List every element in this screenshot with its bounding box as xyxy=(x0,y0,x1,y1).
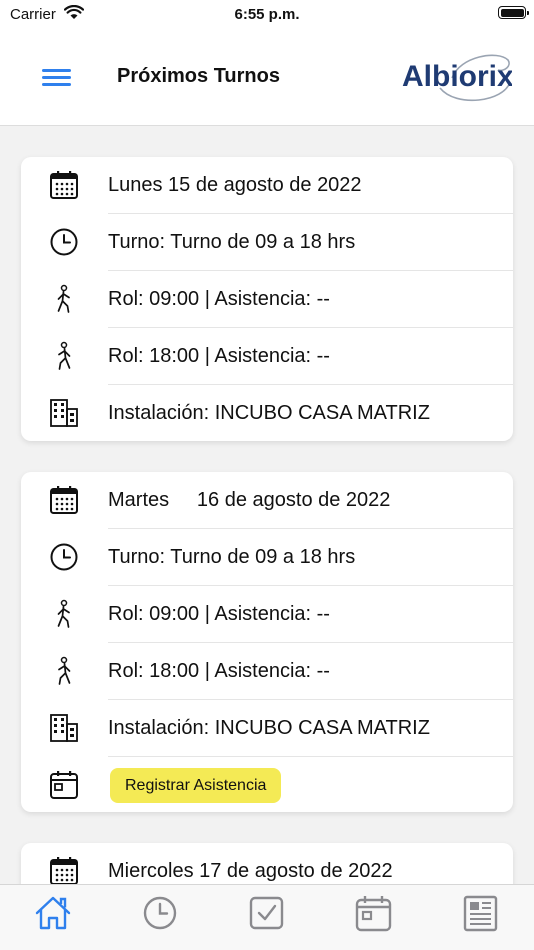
walking-person-icon xyxy=(58,656,71,685)
newspaper-icon[interactable] xyxy=(461,893,501,933)
hamburger-menu-icon[interactable] xyxy=(40,66,74,88)
walking-person-icon xyxy=(57,284,70,313)
shift-row: Turno: Turno de 09 a 18 hrs xyxy=(21,214,513,271)
register-attendance-button[interactable]: Registrar Asistencia xyxy=(110,768,282,803)
role-in-row: Rol: 09:00 | Asistencia: -- xyxy=(21,271,513,328)
calendar-icon xyxy=(50,486,78,514)
building-icon xyxy=(50,399,78,427)
role-out-row: Rol: 18:00 | Asistencia: -- xyxy=(21,328,513,385)
shift-row: Turno: Turno de 09 a 18 hrs xyxy=(21,529,513,586)
location-row: Instalación: INCUBO CASA MATRIZ xyxy=(21,700,513,757)
turno-card: Lunes 15 de agosto de 2022 Turno: Turno … xyxy=(21,157,513,441)
turno-shift: Turno: Turno de 09 a 18 hrs xyxy=(108,231,356,253)
turno-date: Miercoles 17 de agosto de 2022 xyxy=(108,860,393,882)
walking-person-icon xyxy=(57,599,70,628)
calendar-icon xyxy=(50,857,78,884)
turno-date: Martes 16 de agosto de 2022 xyxy=(108,489,391,511)
albiorix-logo: Albiorix xyxy=(402,54,512,102)
location-row: Instalación: INCUBO CASA MATRIZ xyxy=(21,385,513,442)
calendar-register-icon xyxy=(50,771,78,799)
turno-role-entry: Rol: 09:00 | Asistencia: -- xyxy=(108,288,330,310)
turno-card: Martes 16 de agosto de 2022 Turno: Turno… xyxy=(21,472,513,812)
turno-location: Instalación: INCUBO CASA MATRIZ xyxy=(108,717,430,739)
turno-card: Miercoles 17 de agosto de 2022 xyxy=(21,843,513,884)
role-in-row: Rol: 09:00 | Asistencia: -- xyxy=(21,586,513,643)
status-time: 6:55 p.m. xyxy=(234,6,300,23)
date-row: Martes 16 de agosto de 2022 xyxy=(21,472,513,529)
turno-date: Lunes 15 de agosto de 2022 xyxy=(108,174,362,196)
page-title: Próximos Turnos xyxy=(117,65,280,87)
action-row: Registrar Asistencia xyxy=(21,757,513,814)
turno-shift: Turno: Turno de 09 a 18 hrs xyxy=(108,546,356,568)
tab-bar xyxy=(0,884,534,950)
role-out-row: Rol: 18:00 | Asistencia: -- xyxy=(21,643,513,700)
turnos-list[interactable]: Lunes 15 de agosto de 2022 Turno: Turno … xyxy=(0,126,534,884)
calendar-icon[interactable] xyxy=(354,893,394,933)
turno-role-entry: Rol: 09:00 | Asistencia: -- xyxy=(108,603,330,625)
building-icon xyxy=(50,714,78,742)
turno-role-exit: Rol: 18:00 | Asistencia: -- xyxy=(108,660,330,682)
calendar-icon xyxy=(50,171,78,199)
turno-role-exit: Rol: 18:00 | Asistencia: -- xyxy=(108,345,330,367)
turno-location: Instalación: INCUBO CASA MATRIZ xyxy=(108,402,430,424)
battery-icon xyxy=(498,6,529,19)
clock-icon xyxy=(50,543,78,571)
logo-text: Albiorix xyxy=(402,60,512,93)
clock-icon[interactable] xyxy=(140,893,180,933)
header: Próximos Turnos Albiorix xyxy=(0,30,534,126)
home-icon[interactable] xyxy=(33,893,73,933)
checkbox-icon[interactable] xyxy=(247,893,287,933)
date-row: Miercoles 17 de agosto de 2022 xyxy=(21,843,513,884)
date-row: Lunes 15 de agosto de 2022 xyxy=(21,157,513,214)
status-bar: Carrier 6:55 p.m. xyxy=(0,0,534,30)
clock-icon xyxy=(50,228,78,256)
walking-person-icon xyxy=(58,341,71,370)
